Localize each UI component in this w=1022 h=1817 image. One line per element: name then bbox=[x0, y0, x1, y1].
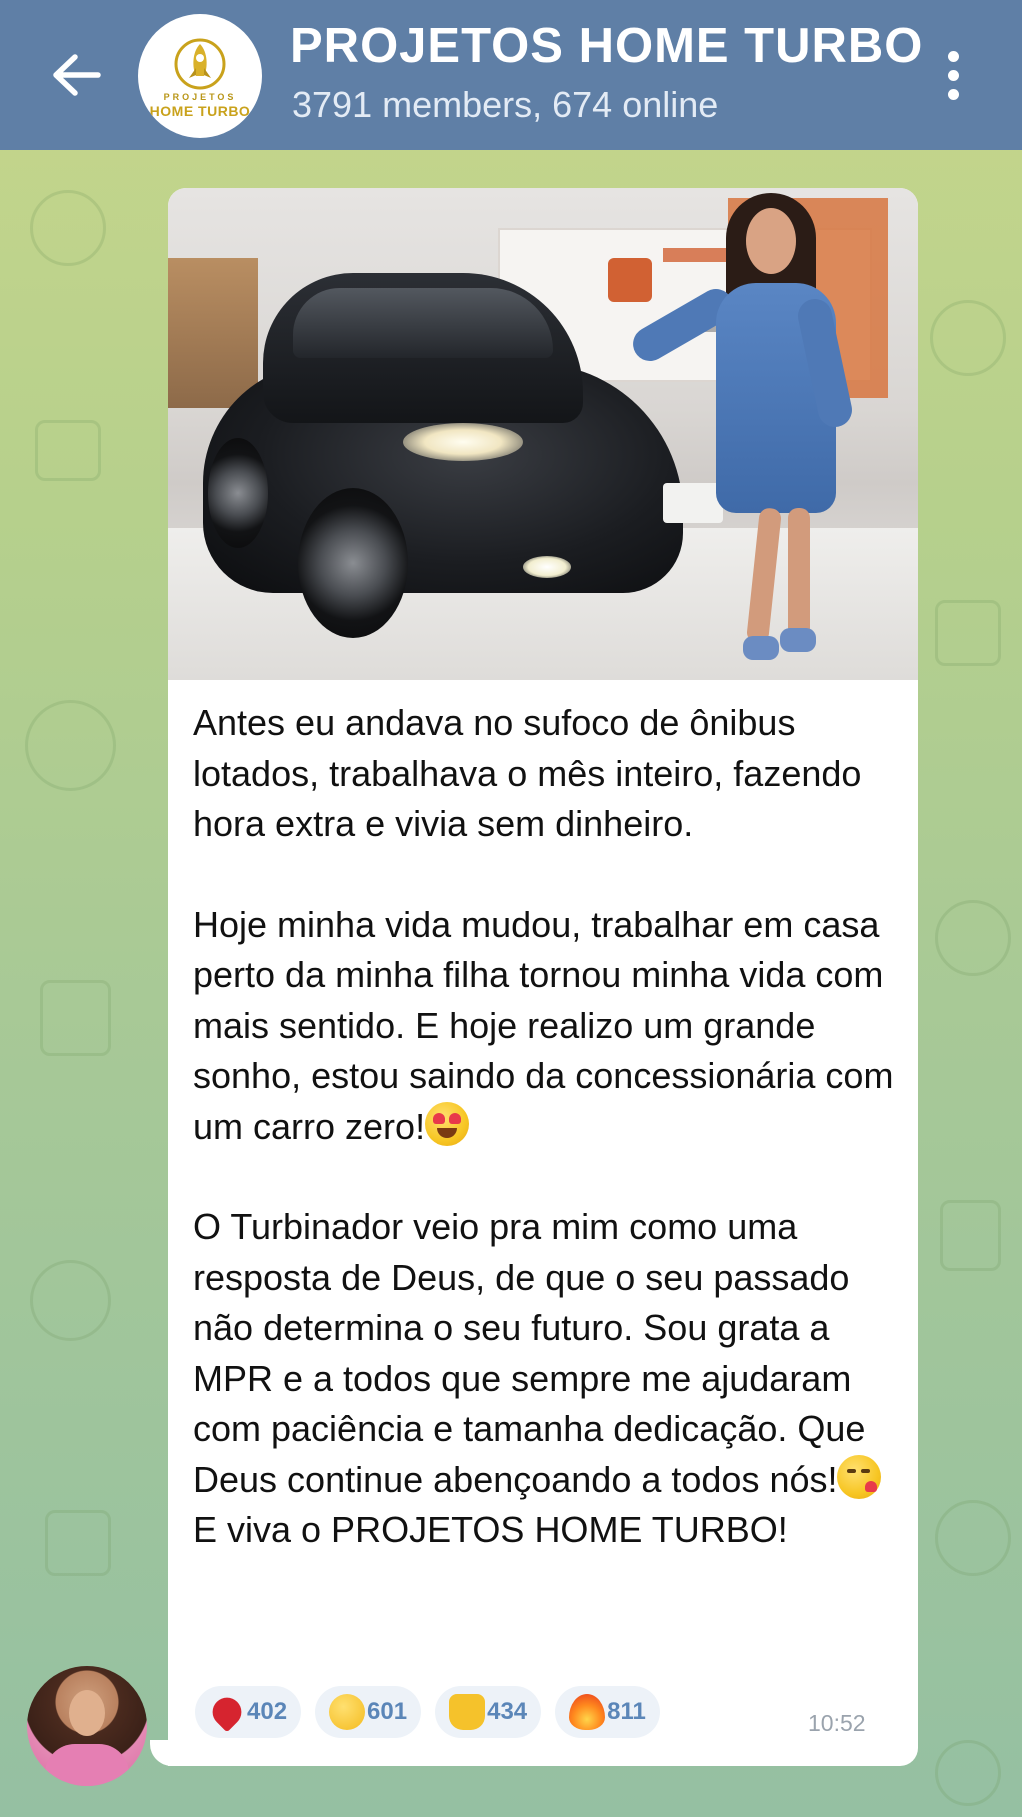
kissing-face-emoji-icon bbox=[837, 1454, 882, 1499]
wallpaper-doodle bbox=[935, 900, 1011, 976]
wallpaper-doodle bbox=[30, 190, 106, 266]
dot-icon bbox=[947, 69, 959, 81]
wallpaper-doodle bbox=[935, 1740, 1001, 1806]
screaming-face-icon bbox=[329, 1694, 366, 1730]
logo-text-top: PROJETOS bbox=[163, 91, 237, 102]
logo-text-bottom: HOME TURBO bbox=[149, 102, 251, 119]
photo-woman-shoe bbox=[743, 636, 779, 660]
more-options-button[interactable] bbox=[935, 42, 971, 108]
reaction-bar: 402 601 434 811 bbox=[195, 1686, 674, 1738]
wallpaper-doodle bbox=[935, 1500, 1011, 1576]
message-text: Antes eu andava no sufoco de ônibus lota… bbox=[193, 698, 913, 1556]
wallpaper-doodle bbox=[930, 300, 1006, 376]
reaction-scream[interactable]: 601 bbox=[315, 1686, 422, 1738]
avatar-face bbox=[69, 1690, 105, 1736]
chat-header: PROJETOS HOME TURBO PROJETOS HOME TURBO … bbox=[0, 0, 1022, 150]
message-paragraph: O Turbinador veio pra mim como uma respo… bbox=[193, 1202, 913, 1505]
wallpaper-doodle bbox=[935, 600, 1001, 666]
photo-woman-leg bbox=[788, 508, 810, 638]
wallpaper-doodle bbox=[30, 1260, 111, 1341]
photo-dealer-logo bbox=[608, 258, 652, 302]
reaction-count: 402 bbox=[247, 1698, 288, 1725]
reaction-thumbs-up[interactable]: 434 bbox=[435, 1686, 542, 1738]
photo-woman-shoe bbox=[780, 628, 816, 652]
message-paragraph-text: E viva o PROJETOS HOME TURBO! bbox=[193, 1509, 788, 1550]
wallpaper-doodle bbox=[40, 980, 111, 1056]
photo-car-wheel bbox=[208, 438, 268, 548]
message-paragraph-text: Hoje minha vida mudou, trabalhar em casa… bbox=[193, 903, 894, 1147]
wallpaper-doodle bbox=[940, 1200, 1001, 1271]
photo-car-headlight bbox=[403, 423, 523, 461]
reaction-fire[interactable]: 811 bbox=[555, 1686, 660, 1738]
dot-icon bbox=[947, 88, 959, 100]
wallpaper-doodle bbox=[35, 420, 101, 481]
photo-car-foglight bbox=[523, 556, 571, 578]
group-title[interactable]: PROJETOS HOME TURBO bbox=[290, 18, 923, 74]
thumbs-up-icon bbox=[449, 1694, 486, 1730]
fire-icon bbox=[569, 1694, 606, 1730]
reaction-count: 601 bbox=[367, 1698, 408, 1725]
message-bubble[interactable]: Antes eu andava no sufoco de ônibus lota… bbox=[168, 188, 918, 1766]
reaction-heart[interactable]: 402 bbox=[195, 1686, 302, 1738]
photo-car-window bbox=[293, 288, 553, 358]
sender-avatar[interactable] bbox=[27, 1666, 147, 1786]
message-paragraph: Hoje minha vida mudou, trabalhar em casa… bbox=[193, 900, 913, 1153]
photo-woman-face bbox=[746, 208, 796, 274]
group-avatar[interactable]: PROJETOS HOME TURBO bbox=[138, 14, 262, 138]
group-member-status: 3791 members, 674 online bbox=[292, 84, 719, 125]
message-paragraph: Antes eu andava no sufoco de ônibus lota… bbox=[193, 698, 913, 850]
wallpaper-doodle bbox=[45, 1510, 111, 1576]
arrow-left-icon bbox=[53, 54, 101, 96]
wallpaper-doodle bbox=[25, 700, 116, 791]
avatar-clothing bbox=[45, 1744, 129, 1786]
photo-car-plate bbox=[663, 483, 723, 523]
dot-icon bbox=[947, 50, 959, 62]
heart-icon bbox=[206, 1691, 248, 1733]
reaction-count: 811 bbox=[607, 1698, 646, 1725]
back-button[interactable] bbox=[40, 35, 112, 115]
photo-shelf bbox=[168, 258, 258, 408]
message-paragraph-text: Antes eu andava no sufoco de ônibus lota… bbox=[193, 702, 862, 844]
reaction-count: 434 bbox=[487, 1698, 528, 1725]
rocket-logo-icon bbox=[174, 38, 226, 89]
heart-eyes-emoji-icon bbox=[425, 1101, 470, 1146]
message-paragraph: E viva o PROJETOS HOME TURBO! bbox=[193, 1505, 913, 1556]
message-timestamp: 10:52 bbox=[808, 1710, 866, 1736]
photo-car-wheel bbox=[298, 488, 408, 638]
message-photo[interactable] bbox=[168, 188, 918, 680]
message-paragraph-text: O Turbinador veio pra mim como uma respo… bbox=[193, 1206, 866, 1500]
